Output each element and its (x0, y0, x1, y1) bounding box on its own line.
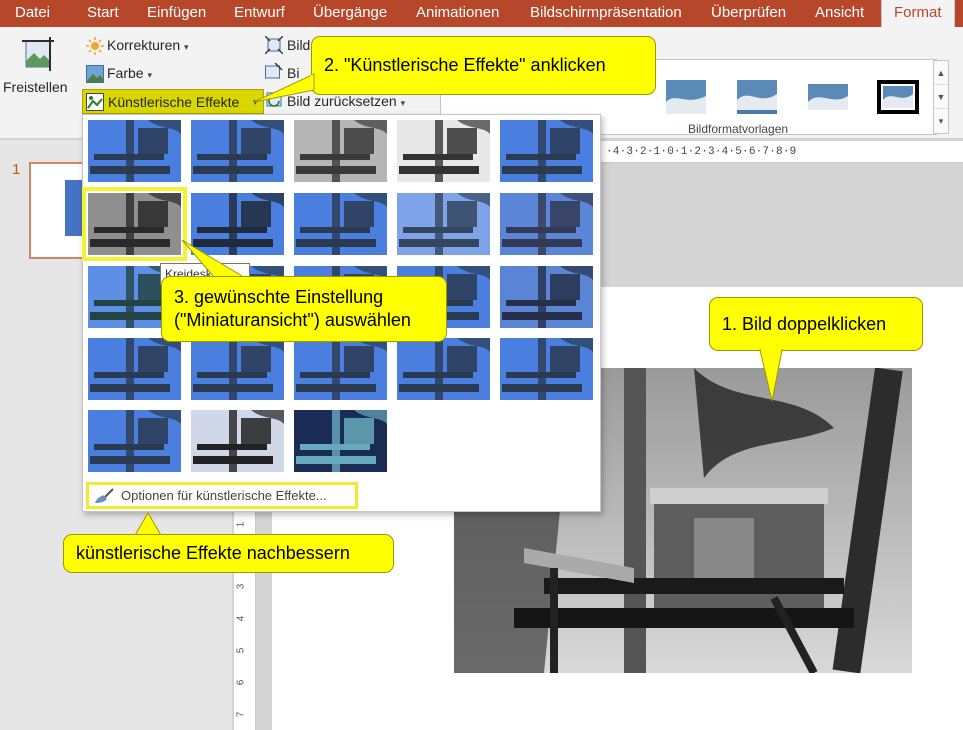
artistic-effect-thumb[interactable] (500, 266, 593, 328)
tab-entwurf[interactable]: Entwurf (234, 0, 285, 27)
ruler-label: 6 (235, 679, 247, 686)
tab-datei[interactable]: Datei (15, 0, 50, 27)
sun-icon (86, 37, 104, 60)
artistic-effect-thumb[interactable] (88, 338, 181, 400)
slide-number: 1 (12, 161, 21, 178)
kuenstlerische-effekte-label: Künstlerische Effekte (108, 94, 240, 110)
group-label-bildformatvorlagen: Bildformatvorlagen (688, 122, 789, 136)
callout-fine-tune: künstlerische Effekte nachbessern (63, 534, 394, 573)
tab-ueberpruefen[interactable]: Überprüfen (711, 0, 786, 27)
compress-picture-icon (264, 35, 284, 59)
ruler-label: 3 (235, 583, 247, 590)
artistic-effects-options-button[interactable]: Optionen für künstlerische Effekte... (86, 482, 358, 509)
ruler-label: 7 (235, 711, 247, 718)
horizontal-ruler: ·4·3·2·1·0·1·2·3·4·5·6·7·8·9 (600, 141, 963, 163)
paintbrush-icon (93, 487, 115, 511)
tab-einfuegen[interactable]: Einfügen (147, 0, 206, 27)
artistic-effect-thumb[interactable] (294, 120, 387, 182)
artistic-effects-options-label: Optionen für künstlerische Effekte... (121, 488, 327, 503)
artistic-effect-thumb[interactable] (397, 338, 490, 400)
color-picture-icon (86, 65, 104, 88)
korrekturen-button[interactable]: Korrekturen ▾ (107, 37, 189, 53)
callout-step-2-text: 2. "Künstlerische Effekte" anklicken (324, 55, 606, 75)
tab-bildschirmpraesentation[interactable]: Bildschirmpräsentation (530, 0, 682, 27)
freistellen-label[interactable]: Freistellen (3, 79, 68, 95)
gallery-up-arrow[interactable]: ▲ (934, 61, 948, 85)
artistic-effects-icon (86, 93, 104, 116)
artistic-effect-thumb[interactable] (294, 338, 387, 400)
tab-uebergaenge[interactable]: Übergänge (313, 0, 387, 27)
gallery-more-arrow[interactable]: ▾ (934, 109, 948, 133)
artistic-effect-thumb[interactable] (500, 193, 593, 255)
callout-step-3-line2: ("Miniaturansicht") auswählen (174, 310, 411, 330)
callout-step-2-pointer (253, 73, 315, 103)
callout-step-1: 1. Bild doppelklicken (709, 297, 923, 351)
tab-format[interactable]: Format (881, 0, 955, 27)
artistic-effect-thumb[interactable] (82, 187, 187, 261)
bild-button-1[interactable]: Bild (287, 37, 310, 53)
artistic-effect-thumb[interactable] (88, 120, 181, 182)
ruler-label: 5 (235, 647, 247, 654)
gallery-down-arrow[interactable]: ▼ (934, 85, 948, 109)
style-thumb-4[interactable] (877, 80, 919, 114)
slide-thumbnail[interactable] (29, 162, 89, 259)
artistic-effect-thumb[interactable] (397, 193, 490, 255)
menu-bar: Datei Start Einfügen Entwurf Übergänge A… (0, 0, 963, 27)
crop-icon[interactable] (20, 35, 56, 78)
style-thumb-3[interactable] (808, 80, 848, 114)
callout-step-2: 2. "Künstlerische Effekte" anklicken (311, 36, 656, 95)
tab-ansicht[interactable]: Ansicht (815, 0, 864, 27)
gallery-scrollbar[interactable]: ▲ ▼ ▾ (933, 60, 949, 134)
callout-fine-tune-text: künstlerische Effekte nachbessern (76, 543, 350, 563)
style-thumb-1[interactable] (666, 80, 706, 114)
callout-step-1-text: 1. Bild doppelklicken (722, 314, 887, 334)
style-thumb-2[interactable] (737, 80, 777, 114)
artistic-effect-thumb[interactable] (191, 410, 284, 472)
artistic-effect-thumb[interactable] (88, 410, 181, 472)
artistic-effect-thumb[interactable] (500, 120, 593, 182)
artistic-effect-thumb[interactable] (294, 410, 387, 472)
callout-step-3-line1: 3. gewünschte Einstellung (174, 287, 384, 307)
tab-animationen[interactable]: Animationen (416, 0, 499, 27)
artistic-effect-thumb[interactable] (191, 120, 284, 182)
artistic-effect-thumb[interactable] (191, 338, 284, 400)
artistic-effect-thumb[interactable] (500, 338, 593, 400)
callout-step-3: 3. gewünschte Einstellung ("Miniaturansi… (161, 276, 447, 342)
artistic-effect-thumb[interactable] (294, 193, 387, 255)
kuenstlerische-effekte-button[interactable]: Künstlerische Effekte ▾ (82, 89, 264, 114)
artistic-effect-thumb[interactable] (397, 120, 490, 182)
tab-start[interactable]: Start (87, 0, 119, 27)
farbe-button[interactable]: Farbe ▾ (107, 65, 152, 81)
ruler-label: 1 (235, 521, 247, 528)
ruler-label: 4 (235, 615, 247, 622)
callout-step-1-pointer (759, 349, 783, 402)
